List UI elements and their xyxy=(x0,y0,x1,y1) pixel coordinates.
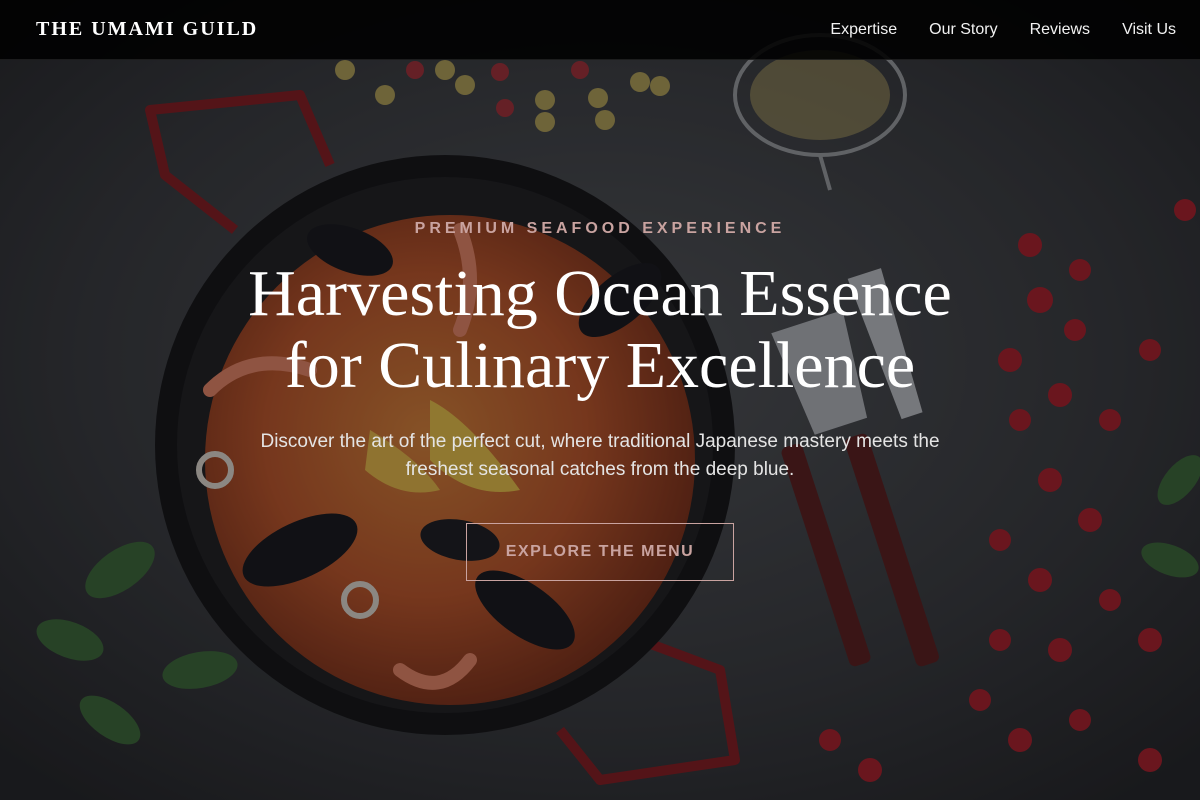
brand-logo[interactable]: THE UMAMI GUILD xyxy=(36,18,258,41)
hero-eyebrow: PREMIUM SEAFOOD EXPERIENCE xyxy=(414,220,786,237)
nav-link-visit-us[interactable]: Visit Us xyxy=(1122,21,1176,39)
hero-content: PREMIUM SEAFOOD EXPERIENCE Harvesting Oc… xyxy=(0,0,1200,800)
hero-subtext: Discover the art of the perfect cut, whe… xyxy=(260,431,940,480)
hero-headline-line-2: for Culinary Excellence xyxy=(284,329,916,402)
nav-link-reviews[interactable]: Reviews xyxy=(1030,21,1090,39)
nav-link-our-story[interactable]: Our Story xyxy=(929,21,997,39)
hero-section: THE UMAMI GUILD Expertise Our Story Revi… xyxy=(0,0,1200,800)
hero-headline: Harvesting Ocean Essence for Culinary Ex… xyxy=(100,258,1100,402)
hero-headline-line-1: Harvesting Ocean Essence xyxy=(248,257,952,330)
top-navigation: THE UMAMI GUILD Expertise Our Story Revi… xyxy=(0,0,1200,60)
nav-links: Expertise Our Story Reviews Visit Us xyxy=(830,21,1176,39)
explore-menu-button[interactable]: EXPLORE THE MENU xyxy=(466,523,734,581)
nav-link-expertise[interactable]: Expertise xyxy=(830,21,897,39)
